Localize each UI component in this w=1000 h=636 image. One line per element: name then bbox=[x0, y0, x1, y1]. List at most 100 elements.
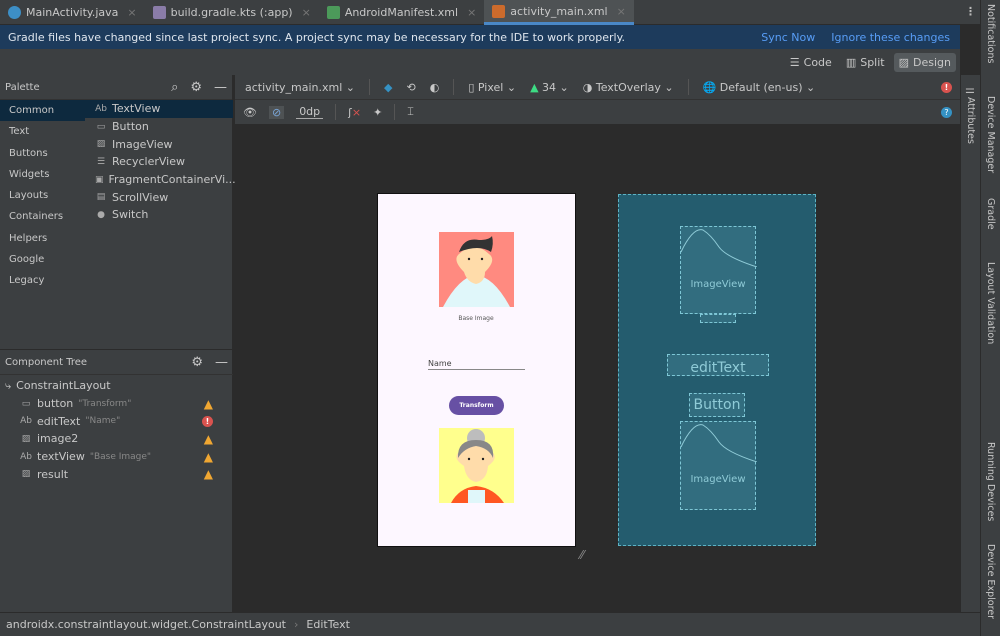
warning-icon[interactable]: ▲ bbox=[204, 432, 213, 446]
search-icon[interactable]: ⌕ bbox=[171, 80, 178, 95]
layout-validation-tab[interactable]: Layout Validation bbox=[985, 262, 996, 344]
widget-icon: Ab bbox=[95, 103, 107, 114]
palette-category-layouts[interactable]: Layouts bbox=[0, 185, 85, 206]
device-manager-tab[interactable]: Device Manager bbox=[985, 96, 996, 173]
tree-node[interactable]: ▨ image2 ▲ bbox=[0, 430, 233, 448]
palette-category-helpers[interactable]: Helpers bbox=[0, 228, 85, 249]
warning-icon[interactable]: ▲ bbox=[204, 467, 213, 481]
night-mode-icon[interactable]: ◐ bbox=[430, 81, 440, 94]
tab-mainactivity[interactable]: MainActivity.java × bbox=[0, 0, 145, 25]
theme-dropdown[interactable]: ◑ TextOverlay ⌄ bbox=[583, 81, 674, 94]
guidelines-icon[interactable]: ⌶ bbox=[407, 105, 414, 119]
tab-label: activity_main.xml bbox=[510, 4, 608, 18]
java-file-icon bbox=[8, 6, 21, 19]
tab-build-gradle[interactable]: build.gradle.kts (:app) × bbox=[145, 0, 319, 25]
clear-constraints-icon[interactable]: ʃ× bbox=[348, 106, 361, 119]
tree-root[interactable]: ⤷ ConstraintLayout bbox=[0, 377, 233, 395]
device-explorer-tab[interactable]: Device Explorer bbox=[985, 544, 996, 619]
api-dropdown[interactable]: ▲ 34 ⌄ bbox=[530, 81, 569, 94]
divider bbox=[335, 104, 337, 120]
label: Code bbox=[803, 55, 832, 69]
tree-header: Component Tree ⚙ — bbox=[0, 350, 233, 375]
blueprint-imageview-top[interactable]: ImageView bbox=[680, 226, 757, 314]
default-margin-field[interactable]: 0dp bbox=[296, 105, 324, 119]
image-icon: ▨ bbox=[898, 55, 910, 69]
infer-constraints-icon[interactable]: ✦ bbox=[373, 106, 382, 119]
gear-icon[interactable]: ⚙ bbox=[191, 355, 203, 370]
palette-category-containers[interactable]: Containers bbox=[0, 206, 85, 227]
error-icon[interactable]: ! bbox=[941, 81, 952, 93]
palette-category-common[interactable]: Common bbox=[0, 100, 85, 122]
result-image[interactable] bbox=[439, 428, 514, 503]
palette-categories: Common Text Buttons Widgets Layouts Container… bbox=[0, 100, 85, 292]
palette-item-label: RecyclerView bbox=[112, 155, 185, 169]
sync-notification-bar: Gradle files have changed since last pro… bbox=[0, 25, 960, 49]
palette-category-widgets[interactable]: Widgets bbox=[0, 164, 85, 185]
code-view-button[interactable]: ☰ Code bbox=[785, 53, 837, 72]
tab-manifest[interactable]: AndroidManifest.xml × bbox=[319, 0, 484, 25]
eye-icon[interactable]: 👁 bbox=[243, 106, 257, 119]
tree-node[interactable]: ▨ result ▲ bbox=[0, 465, 233, 483]
locale-dropdown[interactable]: 🌐 Default (en-us) ⌄ bbox=[703, 81, 816, 94]
palette-category-buttons[interactable]: Buttons bbox=[0, 143, 85, 164]
palette-category-google[interactable]: Google bbox=[0, 249, 85, 270]
tab-activity-main[interactable]: activity_main.xml × bbox=[484, 0, 634, 25]
gradle-tab[interactable]: Gradle bbox=[985, 198, 996, 230]
palette-item-label: FragmentContainerVi... bbox=[108, 173, 236, 187]
blueprint-button[interactable]: Button bbox=[689, 393, 745, 417]
notifications-tab[interactable]: Notifications bbox=[985, 4, 996, 63]
warning-icon[interactable]: ▲ bbox=[204, 397, 213, 411]
minimize-icon[interactable]: — bbox=[215, 355, 228, 370]
close-icon[interactable]: × bbox=[127, 6, 136, 19]
error-icon[interactable]: ! bbox=[202, 415, 213, 427]
palette-item-label: ScrollView bbox=[112, 190, 169, 204]
design-view-button[interactable]: ▨ Design bbox=[893, 52, 956, 72]
split-icon: ▥ bbox=[845, 55, 857, 69]
blueprint-imageview-bottom[interactable]: ImageView bbox=[680, 421, 757, 510]
palette-category-legacy[interactable]: Legacy bbox=[0, 270, 85, 291]
android-icon: ▲ bbox=[530, 80, 539, 94]
palette-item[interactable]: ☰ RecyclerView bbox=[85, 153, 233, 171]
palette-category-text[interactable]: Text bbox=[0, 121, 85, 142]
transform-button[interactable]: Transform bbox=[449, 396, 504, 415]
palette-item[interactable]: ▤ ScrollView bbox=[85, 188, 233, 206]
constraint-layout-icon: ⤷ bbox=[5, 378, 12, 392]
palette-item[interactable]: ▭ Button bbox=[85, 118, 233, 136]
close-icon[interactable]: × bbox=[467, 6, 476, 19]
palette-item[interactable]: Ab TextView bbox=[85, 100, 233, 118]
ignore-changes-link[interactable]: Ignore these changes bbox=[831, 31, 950, 44]
breadcrumb-parent[interactable]: androidx.constraintlayout.widget.Constra… bbox=[6, 618, 286, 631]
widget-icon: ▭ bbox=[21, 398, 31, 409]
autoconnect-icon[interactable]: ⊘ bbox=[268, 105, 285, 119]
sync-now-link[interactable]: Sync Now bbox=[761, 31, 815, 44]
palette-item[interactable]: ▣ FragmentContainerVi... bbox=[85, 171, 236, 189]
tree-node[interactable]: Ab textView "Base Image" ▲ bbox=[0, 448, 233, 466]
palette-item[interactable]: ● Switch bbox=[85, 206, 233, 224]
blueprint-edittext[interactable]: editText bbox=[667, 354, 769, 376]
attributes-tab[interactable]: Attributes bbox=[965, 97, 976, 144]
file-dropdown[interactable]: activity_main.xml ⌄ bbox=[245, 81, 355, 94]
close-icon[interactable]: × bbox=[302, 6, 311, 19]
running-devices-tab[interactable]: Running Devices bbox=[985, 442, 996, 521]
device-dropdown[interactable]: ▯ Pixel ⌄ bbox=[468, 81, 516, 94]
help-icon[interactable]: ? bbox=[941, 106, 952, 118]
close-icon[interactable]: × bbox=[617, 5, 626, 18]
name-edittext[interactable]: Name bbox=[428, 359, 525, 370]
warning-icon[interactable]: ▲ bbox=[204, 450, 213, 464]
blueprint-textview[interactable] bbox=[700, 314, 736, 323]
split-view-button[interactable]: ▥ Split bbox=[841, 53, 890, 72]
base-image[interactable] bbox=[439, 232, 514, 307]
minimize-icon[interactable]: — bbox=[214, 80, 227, 95]
breadcrumb: androidx.constraintlayout.widget.Constra… bbox=[0, 612, 980, 636]
resize-handle[interactable]: ⁄⁄ bbox=[580, 548, 584, 562]
gear-icon[interactable]: ⚙ bbox=[190, 80, 202, 95]
palette-item[interactable]: ▨ ImageView bbox=[85, 135, 233, 153]
orientation-icon[interactable]: ⟲ bbox=[407, 81, 416, 94]
layers-icon[interactable]: ◆ bbox=[384, 81, 392, 94]
node-hint: "Base Image" bbox=[89, 451, 152, 462]
sliders-icon[interactable]: ⚌ bbox=[965, 83, 975, 96]
tree-node[interactable]: ▭ button "Transform" ▲ bbox=[0, 395, 233, 413]
tree-node[interactable]: Ab editText "Name"! bbox=[0, 412, 233, 430]
breadcrumb-current[interactable]: EditText bbox=[306, 618, 350, 631]
imageview-label: ImageView bbox=[690, 279, 746, 290]
